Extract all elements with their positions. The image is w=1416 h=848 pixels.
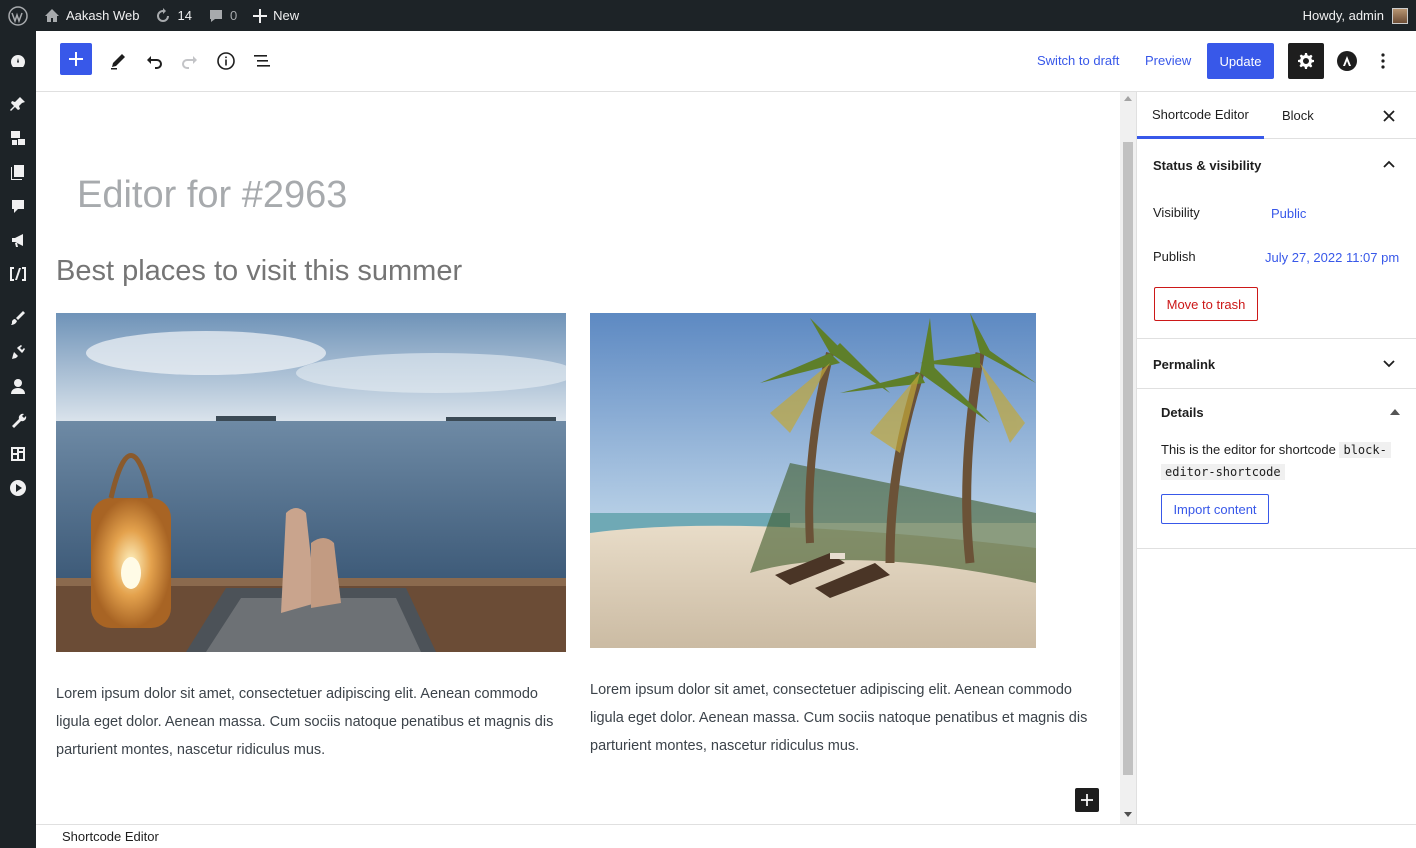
scroll-up-arrow-icon[interactable]: [1124, 96, 1132, 101]
permalink-panel-title[interactable]: Permalink: [1153, 357, 1215, 372]
media-icon[interactable]: [8, 128, 28, 148]
megaphone-icon[interactable]: [8, 230, 28, 250]
close-sidebar-button[interactable]: [1377, 104, 1401, 128]
paragraph-block-2[interactable]: Lorem ipsum dolor sit amet, consectetuer…: [590, 676, 1100, 760]
triangle-up-icon[interactable]: [1383, 400, 1407, 424]
plugins-icon[interactable]: [8, 342, 28, 362]
editor-canvas: Editor for #2963 Best places to visit th…: [36, 92, 1120, 824]
updates-link[interactable]: 14: [147, 0, 199, 31]
comments-count: 0: [229, 8, 238, 23]
settings-button[interactable]: [1288, 43, 1324, 79]
site-name-link[interactable]: Aakash Web: [36, 0, 147, 31]
comments-link[interactable]: 0: [200, 0, 245, 31]
close-icon: [1383, 110, 1395, 122]
my-account[interactable]: Howdy, admin: [1302, 7, 1416, 24]
plus-icon: [253, 8, 268, 23]
updates-count: 14: [177, 8, 192, 23]
gear-icon: [1298, 53, 1314, 69]
tools-icon[interactable]: [8, 410, 28, 430]
wordpress-logo-icon[interactable]: [0, 0, 36, 31]
shortcode-name-part2: editor-shortcode: [1161, 464, 1285, 480]
beach-palms-image[interactable]: [590, 313, 1036, 648]
tab-shortcode-editor[interactable]: Shortcode Editor: [1137, 92, 1264, 139]
more-vertical-icon: [1381, 53, 1385, 69]
comment-icon: [209, 9, 222, 22]
post-title[interactable]: Editor for #2963: [77, 174, 347, 217]
plus-icon: [1081, 794, 1093, 806]
admin-bar: Aakash Web 14 0 New Howdy, admin: [0, 0, 1416, 31]
switch-to-draft-button[interactable]: Switch to draft: [1037, 53, 1119, 68]
info-icon: [217, 52, 235, 70]
astra-settings-button[interactable]: [1329, 43, 1365, 79]
new-content-link[interactable]: New: [245, 0, 307, 31]
preview-button[interactable]: Preview: [1145, 53, 1191, 68]
shortcode-name-part1: block-: [1339, 442, 1391, 458]
pencil-icon: [111, 54, 125, 70]
plus-icon: [69, 52, 83, 66]
editor-footer-breadcrumb: Shortcode Editor: [36, 824, 1416, 848]
greeting: Howdy, admin: [1302, 8, 1384, 23]
editor-header: Switch to draft Preview Update: [36, 31, 1416, 92]
appearance-icon[interactable]: [8, 308, 28, 328]
shortcode-icon[interactable]: [8, 264, 28, 284]
avatar: [1392, 7, 1408, 24]
astra-logo-icon: [1337, 51, 1357, 71]
settings-sidebar: Shortcode Editor Block Status & visibili…: [1136, 92, 1416, 824]
options-button[interactable]: [1365, 43, 1401, 79]
block-inserter-button[interactable]: [60, 43, 92, 75]
add-block-button[interactable]: [1075, 788, 1099, 812]
settings-icon[interactable]: [8, 444, 28, 464]
tools-button[interactable]: [100, 43, 136, 79]
refresh-icon: [157, 7, 170, 22]
new-label: New: [273, 8, 300, 23]
list-view-icon: [254, 55, 270, 67]
divider: [1137, 338, 1416, 339]
paragraph-block-1[interactable]: Lorem ipsum dolor sit amet, consectetuer…: [56, 680, 566, 764]
play-icon[interactable]: [8, 478, 28, 498]
undo-button[interactable]: [136, 43, 172, 79]
canvas-scrollbar[interactable]: [1120, 92, 1136, 824]
visibility-value[interactable]: Public: [1271, 206, 1306, 221]
breadcrumb[interactable]: Shortcode Editor: [62, 829, 159, 844]
details-description: This is the editor for shortcode block- …: [1161, 439, 1401, 483]
update-button[interactable]: Update: [1207, 43, 1274, 79]
undo-icon: [147, 56, 162, 69]
home-icon: [45, 8, 59, 22]
move-to-trash-button[interactable]: Move to trash: [1154, 287, 1258, 321]
admin-menu: [0, 31, 36, 848]
pin-icon[interactable]: [8, 94, 28, 114]
scroll-down-arrow-icon[interactable]: [1124, 812, 1132, 817]
pages-icon[interactable]: [8, 162, 28, 182]
chevron-up-icon[interactable]: [1377, 152, 1401, 176]
list-view-button[interactable]: [244, 43, 280, 79]
users-icon[interactable]: [8, 376, 28, 396]
import-content-button[interactable]: Import content: [1161, 494, 1269, 524]
visibility-label: Visibility: [1153, 205, 1200, 220]
redo-button[interactable]: [172, 43, 208, 79]
divider: [1137, 548, 1416, 549]
chevron-down-icon[interactable]: [1377, 352, 1401, 376]
heading-block[interactable]: Best places to visit this summer: [56, 255, 462, 288]
site-name: Aakash Web: [66, 8, 140, 23]
comments-icon[interactable]: [8, 196, 28, 216]
details-text: This is the editor for shortcode: [1161, 442, 1336, 457]
details-panel-title[interactable]: Details: [1161, 405, 1204, 420]
sidebar-tabs: Shortcode Editor Block: [1137, 92, 1416, 139]
divider: [1137, 388, 1416, 389]
tab-block[interactable]: Block: [1267, 92, 1329, 139]
scrollbar-thumb[interactable]: [1123, 142, 1133, 775]
dashboard-icon[interactable]: [8, 51, 28, 71]
publish-label: Publish: [1153, 249, 1196, 264]
publish-date[interactable]: July 27, 2022 11:07 pm: [1265, 250, 1399, 265]
status-visibility-panel-title[interactable]: Status & visibility: [1153, 158, 1261, 173]
lake-lantern-image[interactable]: [56, 313, 566, 652]
redo-icon: [182, 56, 197, 69]
details-button[interactable]: [208, 43, 244, 79]
